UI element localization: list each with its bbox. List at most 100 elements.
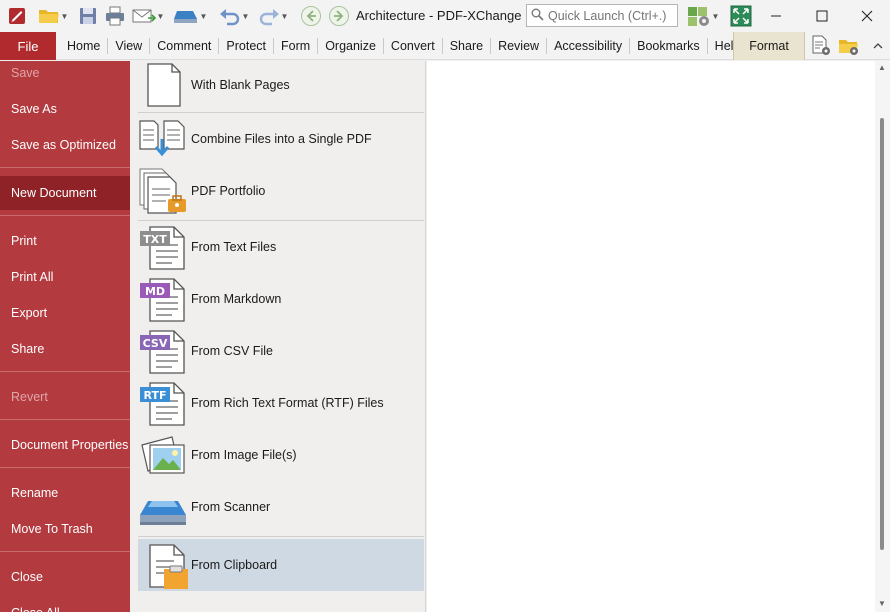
svg-text:RTF: RTF (144, 389, 167, 402)
tab-organize[interactable]: Organize (318, 38, 384, 54)
new-doc-option-with-blank-pages[interactable]: With Blank Pages (138, 61, 424, 109)
portfolio-icon (138, 167, 190, 215)
nav-back-icon[interactable] (298, 2, 324, 30)
txt-file-icon: TXT (138, 223, 190, 271)
menu-item-label: Rename (11, 486, 59, 500)
menu-item-export[interactable]: Export (0, 296, 130, 330)
new-doc-option-pdf-portfolio[interactable]: PDF Portfolio (138, 165, 424, 217)
menu-item-save-as[interactable]: Save As (0, 92, 130, 126)
new-doc-option-from-clipboard[interactable]: From Clipboard (138, 539, 424, 591)
undo-icon[interactable]: ▼ (215, 2, 253, 30)
new-doc-option-from-rich-text-format-rtf-files[interactable]: RTF From Rich Text Format (RTF) Files (138, 377, 424, 429)
quick-launch-input[interactable] (548, 8, 678, 23)
menu-item-label: Save As (11, 102, 57, 116)
menu-item-save: Save (0, 56, 130, 90)
new-doc-option-combine-files-into-a-single-pdf[interactable]: Combine Files into a Single PDF (138, 113, 424, 165)
tab-bookmarks[interactable]: Bookmarks (630, 38, 708, 54)
tab-comment[interactable]: Comment (150, 38, 220, 54)
new-doc-option-label: From Image File(s) (191, 448, 297, 462)
menu-item-document-properties[interactable]: Document Properties (0, 428, 130, 462)
backstage-menu: Save Save As Save as Optimized New Document… (0, 61, 130, 612)
scrollbar-thumb[interactable] (880, 118, 884, 550)
new-doc-option-from-markdown[interactable]: MD From Markdown (138, 273, 424, 325)
menu-item-close[interactable]: Close (0, 560, 130, 594)
menu-item-label: Print All (11, 270, 54, 284)
menu-item-label: New Document (11, 186, 97, 200)
menu-item-share[interactable]: Share (0, 332, 130, 366)
menu-item-rename[interactable]: Rename (0, 476, 130, 510)
new-doc-option-label: From Text Files (191, 240, 277, 254)
nav-forward-icon[interactable] (326, 2, 352, 30)
new-doc-option-from-image-file-s[interactable]: From Image File(s) (138, 429, 424, 481)
search-icon (531, 8, 544, 24)
clipboard-icon (138, 541, 190, 589)
svg-text:TXT: TXT (143, 233, 167, 246)
image-file-icon (138, 431, 190, 479)
ribbon-tab-bar: File Home View Comment Protect Form Organize C… (0, 32, 890, 60)
menu-item-revert: Revert (0, 380, 130, 414)
markdown-file-icon: MD (138, 275, 190, 323)
csv-file-icon: CSV (138, 327, 190, 375)
menu-item-label: Document Properties (11, 438, 129, 452)
combine-files-icon (138, 115, 190, 163)
new-doc-option-from-text-files[interactable]: TXT From Text Files (138, 221, 424, 273)
backstage-content-area (427, 61, 875, 612)
menu-item-label: Close (11, 570, 43, 584)
window-title: Architecture - PDF-XChange E.. (356, 8, 541, 23)
scroll-up-icon[interactable]: ▲ (878, 63, 886, 72)
svg-text:CSV: CSV (143, 337, 168, 350)
tab-home[interactable]: Home (60, 38, 109, 54)
menu-item-label: Save as Optimized (11, 138, 116, 152)
quick-launch-box[interactable] (526, 4, 678, 27)
scroll-down-icon[interactable]: ▼ (878, 599, 886, 608)
tab-convert[interactable]: Convert (384, 38, 443, 54)
print-icon[interactable] (102, 2, 128, 30)
document-options-icon[interactable] (808, 32, 834, 60)
rtf-file-icon: RTF (138, 379, 190, 427)
app-logo-icon[interactable] (4, 2, 30, 30)
new-doc-option-label: Combine Files into a Single PDF (191, 132, 372, 146)
open-folder-icon[interactable]: ▼ (35, 2, 71, 30)
tab-accessibility[interactable]: Accessibility (547, 38, 631, 54)
tab-form[interactable]: Form (274, 38, 319, 54)
menu-item-print-all[interactable]: Print All (0, 260, 130, 294)
folder-options-icon[interactable] (836, 32, 862, 60)
menu-item-label: Print (11, 234, 37, 248)
new-doc-option-label: From Scanner (191, 500, 271, 514)
title-bar: ▼ ▼ ▼ ▼ ▼ Architecture - PDF-XChange E..… (0, 0, 890, 32)
tab-protect[interactable]: Protect (219, 38, 275, 54)
menu-item-save-as-optimized[interactable]: Save as Optimized (0, 128, 130, 162)
minimize-button[interactable] (753, 0, 799, 32)
menu-item-close-all[interactable]: Close All (0, 596, 130, 612)
new-doc-option-label: PDF Portfolio (191, 184, 266, 198)
collapse-ribbon-icon[interactable] (868, 32, 888, 60)
new-doc-option-label: From Markdown (191, 292, 282, 306)
redo-icon[interactable]: ▼ (254, 2, 292, 30)
menu-item-print[interactable]: Print (0, 224, 130, 258)
menu-item-new-document[interactable]: New Document (0, 176, 130, 210)
customize-ui-icon[interactable]: ▼ (684, 2, 722, 30)
tab-review[interactable]: Review (491, 38, 548, 54)
tab-view[interactable]: View (108, 38, 151, 54)
new-doc-option-from-csv-file[interactable]: CSV From CSV File (138, 325, 424, 377)
scan-icon[interactable]: ▼ (170, 2, 210, 30)
menu-separator (0, 467, 130, 468)
menu-separator (0, 215, 130, 216)
menu-item-label: Save (11, 66, 40, 80)
email-icon[interactable]: ▼ (130, 2, 166, 30)
blank-page-icon (138, 61, 190, 109)
close-window-button[interactable] (844, 0, 890, 32)
new-doc-option-from-scanner[interactable]: From Scanner (138, 481, 424, 533)
menu-item-move-to-trash[interactable]: Move To Trash (0, 512, 130, 546)
menu-separator (0, 551, 130, 552)
vertical-scrollbar[interactable]: ▲ ▼ (875, 61, 890, 612)
menu-item-label: Export (11, 306, 48, 320)
new-doc-option-label: From Rich Text Format (RTF) Files (191, 396, 384, 410)
ribbon-tabs: Home View Comment Protect Form Organize Conver… (60, 32, 747, 60)
save-icon[interactable] (76, 2, 100, 30)
tab-format[interactable]: Format (733, 32, 805, 60)
maximize-button[interactable] (799, 0, 845, 32)
fullscreen-icon[interactable] (728, 2, 754, 30)
tab-share[interactable]: Share (443, 38, 492, 54)
svg-text:MD: MD (145, 285, 165, 298)
